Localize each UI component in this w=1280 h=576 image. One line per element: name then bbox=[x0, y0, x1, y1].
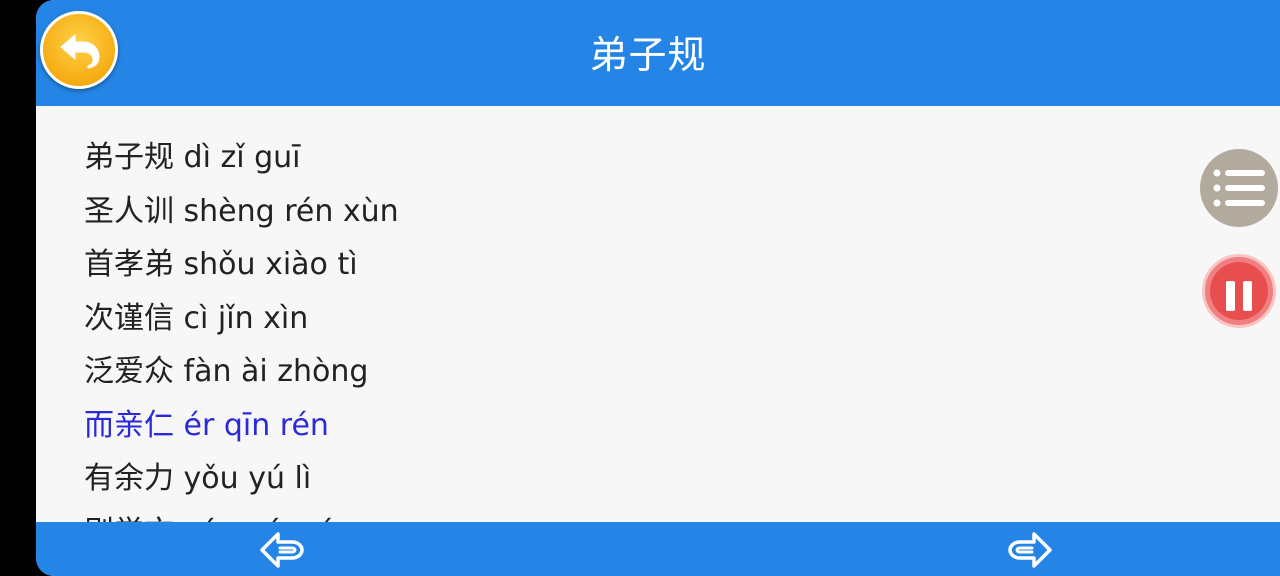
next-button[interactable] bbox=[1006, 530, 1054, 570]
app-window: 弟子规 弟子规 dì zǐ guī 圣人训 shèng rén xùn 首孝弟 sh… bbox=[36, 0, 1280, 576]
text-line[interactable]: 次谨信 cì jǐn xìn bbox=[84, 293, 308, 337]
prev-arrow-icon bbox=[260, 532, 304, 568]
prev-button[interactable] bbox=[258, 530, 306, 570]
text-line[interactable]: 圣人训 shèng rén xùn bbox=[84, 186, 399, 230]
pause-bar-left bbox=[1226, 281, 1235, 311]
pause-bar-right bbox=[1243, 281, 1252, 311]
list-menu-icon bbox=[1213, 169, 1265, 207]
next-arrow-icon bbox=[1008, 532, 1052, 568]
text-line[interactable]: 有余力 yǒu yú lì bbox=[84, 453, 311, 497]
pause-button[interactable] bbox=[1202, 254, 1276, 328]
text-line[interactable]: 首孝弟 shǒu xiào tì bbox=[84, 239, 358, 283]
text-line[interactable]: 弟子规 dì zǐ guī bbox=[84, 132, 300, 176]
text-line[interactable]: 则学文 zé xué wén bbox=[84, 507, 354, 523]
text-line[interactable]: 泛爱众 fàn ài zhòng bbox=[84, 346, 368, 390]
list-menu-button[interactable] bbox=[1200, 149, 1278, 227]
text-line-active[interactable]: 而亲仁 ér qīn rén bbox=[84, 400, 329, 444]
text-content[interactable]: 弟子规 dì zǐ guī 圣人训 shèng rén xùn 首孝弟 shǒu x… bbox=[36, 106, 1280, 522]
pause-icon bbox=[1210, 262, 1268, 320]
page-title: 弟子规 bbox=[589, 33, 707, 77]
title-bar: 弟子规 bbox=[36, 0, 1280, 106]
bottom-nav-bar bbox=[36, 522, 1280, 576]
